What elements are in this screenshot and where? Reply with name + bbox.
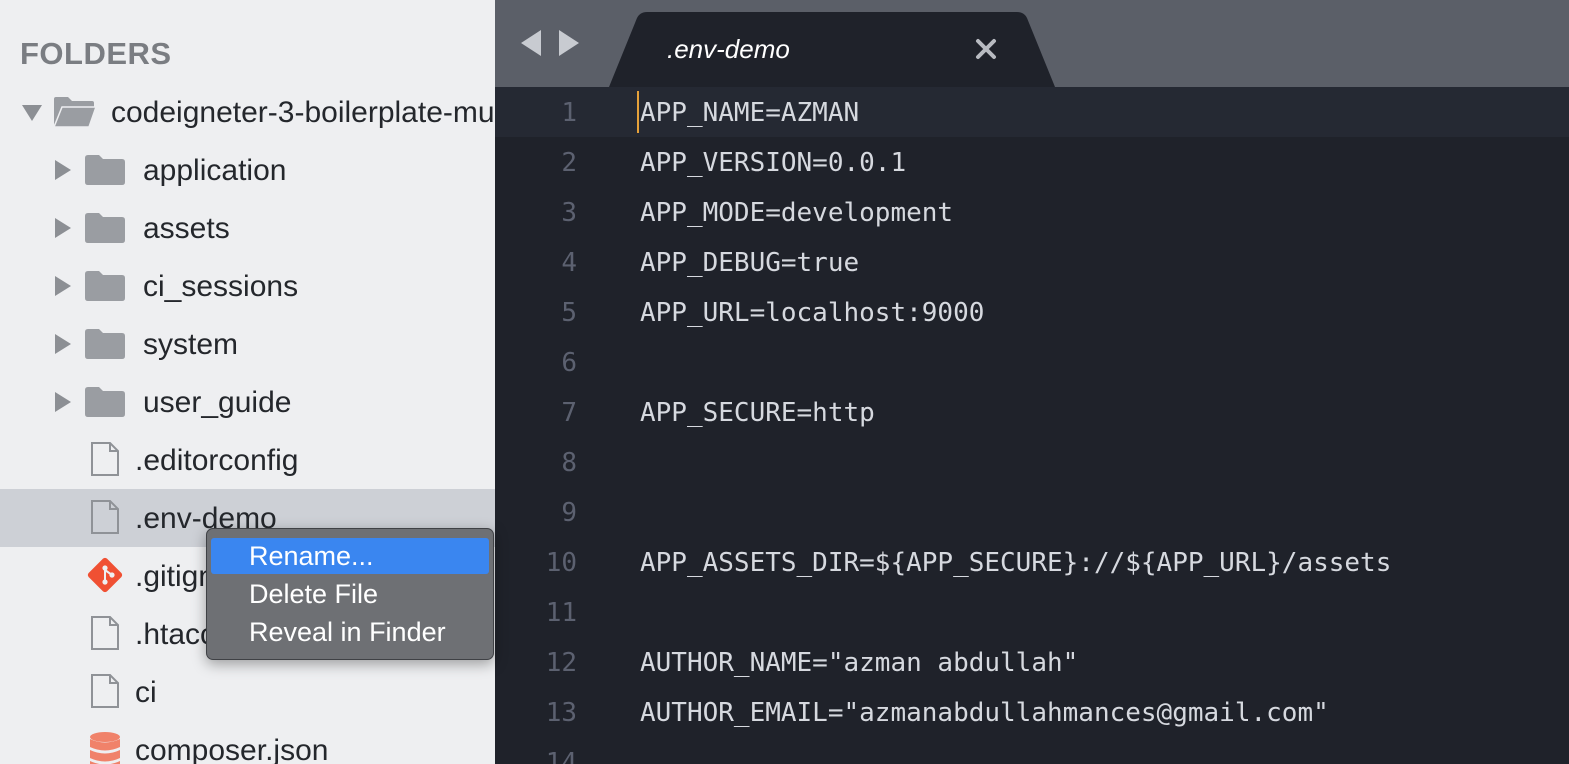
tree-item-composer-json[interactable]: composer.json [0, 721, 495, 764]
code-line: 12 AUTHOR_NAME="azman abdullah" [495, 637, 1569, 687]
text-caret [637, 91, 639, 133]
tree-item-assets[interactable]: assets [0, 199, 495, 257]
line-number: 13 [545, 698, 577, 728]
line-number: 11 [545, 598, 577, 628]
line-number: 9 [561, 498, 577, 528]
line-number: 3 [561, 198, 577, 228]
file-icon [90, 673, 120, 709]
folder-icon [84, 386, 126, 418]
disclosure-closed-icon[interactable] [55, 392, 71, 412]
disclosure-closed-icon[interactable] [55, 334, 71, 354]
code-line: 9 [495, 487, 1569, 537]
folder-icon [84, 270, 126, 302]
code-line: 5 APP_URL=localhost:9000 [495, 287, 1569, 337]
tab-nav-arrows [521, 30, 581, 56]
sublime-window: FOLDERS codeigneter-3-boilerplate-multip… [0, 0, 1569, 764]
disclosure-open-icon[interactable] [22, 105, 42, 121]
context-menu: Rename... Delete File Reveal in Finder [206, 528, 494, 660]
line-text: APP_NAME=AZMAN [640, 98, 860, 128]
file-icon [90, 441, 120, 477]
code-line: 13 AUTHOR_EMAIL="azmanabdullahmances@gma… [495, 687, 1569, 737]
disclosure-closed-icon[interactable] [55, 218, 71, 238]
folder-open-icon [52, 95, 98, 129]
tree-item-system[interactable]: system [0, 315, 495, 373]
line-number: 1 [561, 98, 577, 128]
arrow-right-icon[interactable] [559, 30, 579, 56]
code-line: 1 APP_NAME=AZMAN [495, 87, 1569, 137]
line-text: APP_DEBUG=true [640, 248, 860, 278]
code-line: 3 APP_MODE=development [495, 187, 1569, 237]
code-line: 10 APP_ASSETS_DIR=${APP_SECURE}://${APP_… [495, 537, 1569, 587]
git-icon [86, 556, 124, 594]
line-number: 12 [545, 648, 577, 678]
line-text: APP_ASSETS_DIR=${APP_SECURE}://${APP_URL… [640, 548, 1392, 578]
tab-bar: .env-demo [495, 0, 1569, 87]
line-text: APP_MODE=development [640, 198, 954, 228]
folder-icon [84, 154, 126, 186]
code-editor[interactable]: 1 APP_NAME=AZMAN 2 APP_VERSION=0.0.1 3 A… [495, 87, 1569, 764]
line-number: 2 [561, 148, 577, 178]
line-number: 7 [561, 398, 577, 428]
tab-env-demo[interactable]: .env-demo [609, 12, 1059, 87]
menu-item-delete-file[interactable]: Delete File [211, 576, 489, 612]
code-line: 4 APP_DEBUG=true [495, 237, 1569, 287]
line-number: 6 [561, 348, 577, 378]
disclosure-closed-icon[interactable] [55, 160, 71, 180]
tree-item-editorconfig[interactable]: .editorconfig [0, 431, 495, 489]
file-icon [90, 615, 120, 651]
tab-title: .env-demo [667, 34, 790, 64]
arrow-left-icon[interactable] [521, 30, 541, 56]
line-number: 8 [561, 448, 577, 478]
tree-item-label: .editorconfig [135, 444, 299, 477]
line-number: 14 [545, 748, 577, 764]
tree-root-label: codeigneter-3-boilerplate-multiple-env [111, 96, 495, 129]
line-text: APP_VERSION=0.0.1 [640, 148, 907, 178]
tree-item-label: system [143, 328, 239, 361]
tree-item-ci-sessions[interactable]: ci_sessions [0, 257, 495, 315]
tree-item-ci[interactable]: ci [0, 663, 495, 721]
menu-item-rename[interactable]: Rename... [211, 538, 489, 574]
code-line: 2 APP_VERSION=0.0.1 [495, 137, 1569, 187]
code-line: 6 [495, 337, 1569, 387]
line-number: 4 [561, 248, 577, 278]
sidebar-header: FOLDERS [20, 36, 172, 71]
tree-item-label: ci [135, 676, 157, 709]
line-number: 5 [561, 298, 577, 328]
line-text: AUTHOR_NAME="azman abdullah" [640, 648, 1079, 678]
line-text: AUTHOR_EMAIL="azmanabdullahmances@gmail.… [640, 698, 1329, 728]
folder-icon [84, 328, 126, 360]
tree-item-label: assets [143, 212, 230, 245]
tree-item-label: user_guide [143, 386, 292, 419]
tree-item-user-guide[interactable]: user_guide [0, 373, 495, 431]
code-line: 8 [495, 437, 1569, 487]
tree-item-application[interactable]: application [0, 141, 495, 199]
editor-area: .env-demo 1 APP_NAME=AZMAN 2 APP_VERSION… [495, 0, 1569, 764]
code-line: 7 APP_SECURE=http [495, 387, 1569, 437]
line-number: 10 [545, 548, 577, 578]
tree-item-label: composer.json [135, 734, 329, 764]
line-text: APP_URL=localhost:9000 [640, 298, 985, 328]
menu-item-reveal-in-finder[interactable]: Reveal in Finder [211, 614, 489, 650]
tree-root-folder[interactable]: codeigneter-3-boilerplate-multiple-env [0, 83, 495, 141]
tree-item-label: ci_sessions [143, 270, 299, 303]
close-icon[interactable] [971, 34, 1001, 64]
folder-icon [84, 212, 126, 244]
tree-item-label: application [143, 154, 287, 187]
disclosure-closed-icon[interactable] [55, 276, 71, 296]
code-line: 11 [495, 587, 1569, 637]
line-text: APP_SECURE=http [640, 398, 875, 428]
code-line: 14 [495, 737, 1569, 764]
file-icon [90, 499, 120, 535]
database-icon [88, 731, 122, 764]
